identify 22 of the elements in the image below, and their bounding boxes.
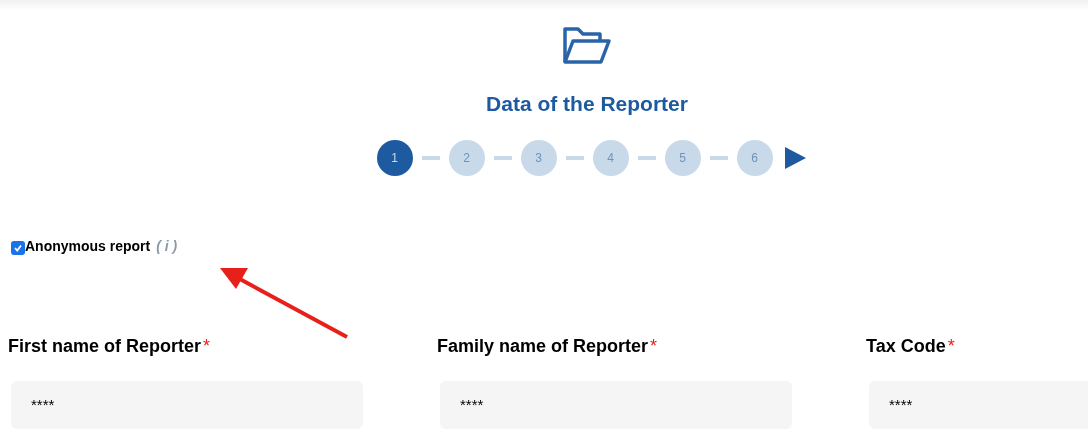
next-arrow-icon[interactable] (784, 146, 806, 169)
input-field[interactable]: **** (11, 380, 363, 429)
required-mark: * (947, 334, 955, 358)
required-mark: * (203, 334, 211, 358)
input-field[interactable]: **** (869, 380, 1088, 429)
info-link[interactable]: ( i ) (156, 235, 178, 257)
required-mark: * (650, 334, 658, 358)
checkbox-label: Anonymous report (25, 236, 151, 256)
check-icon (13, 243, 23, 253)
step-indicator[interactable]: 5 (664, 139, 701, 176)
folder-icon (562, 24, 612, 66)
input-field[interactable]: **** (440, 380, 792, 429)
anonymous-checkbox[interactable] (11, 241, 25, 255)
page-title: Data of the Reporter (486, 91, 688, 117)
step-indicator[interactable]: 2 (448, 139, 485, 176)
field-label: First name of Reporter (8, 334, 202, 358)
step-indicator[interactable]: 4 (592, 139, 629, 176)
step-indicator[interactable]: 1 (376, 139, 413, 176)
field-label: Family name of Reporter (437, 334, 649, 358)
field-label: Tax Code (866, 334, 946, 358)
step-indicator[interactable]: 6 (736, 139, 773, 176)
step-indicator[interactable]: 3 (520, 139, 557, 176)
